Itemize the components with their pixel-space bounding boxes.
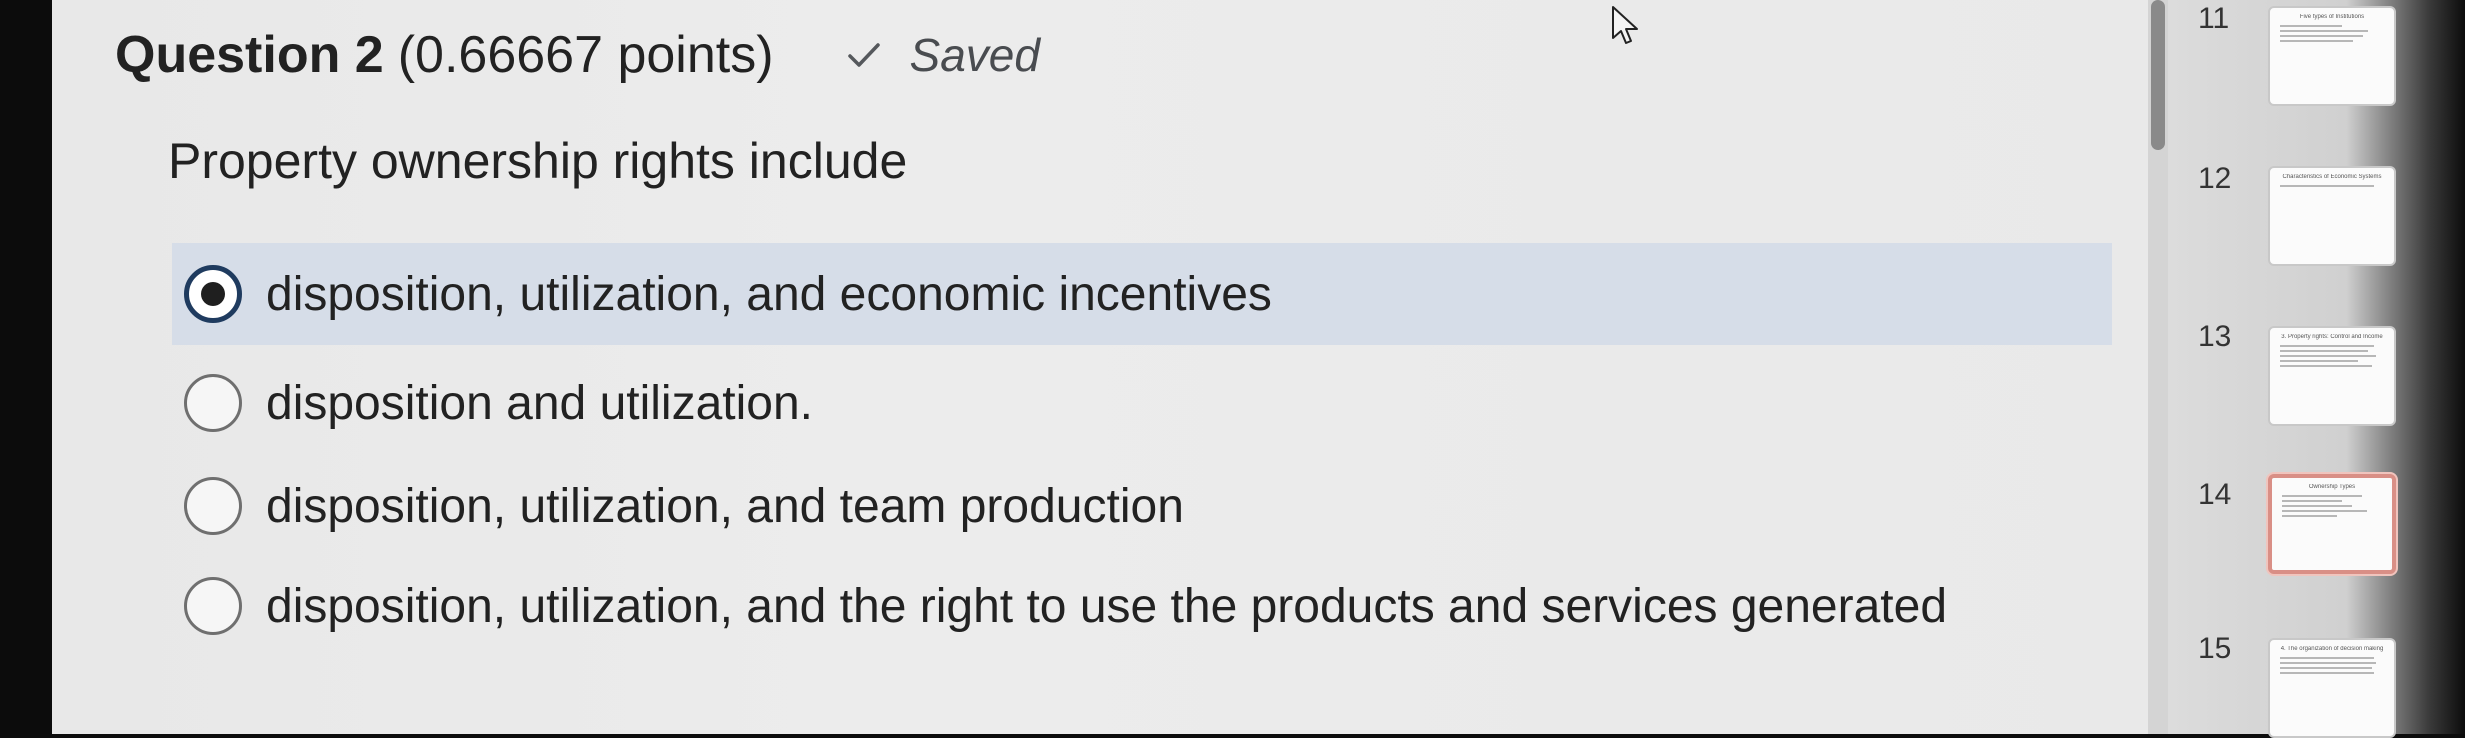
- scrollbar-thumb[interactable]: [2151, 0, 2165, 150]
- slide-thumbnail-14-active[interactable]: Ownership Types: [2268, 474, 2396, 574]
- saved-label: Saved: [909, 29, 1040, 81]
- answer-option-3[interactable]: disposition, utilization, and team produ…: [172, 455, 2112, 557]
- answer-option-label[interactable]: disposition and utilization.: [266, 376, 813, 431]
- slide-thumbnail-title: 3. Property rights: Control and Income: [2281, 334, 2383, 340]
- slide-number: 13: [2198, 320, 2232, 353]
- radio-button[interactable]: [184, 577, 242, 635]
- slide-thumbnail-11[interactable]: Five types of Institutions: [2268, 6, 2396, 106]
- question-title: Question 2: [115, 26, 384, 84]
- answer-option-label[interactable]: disposition, utilization, and economic i…: [266, 267, 1272, 322]
- slide-thumbnail-title: Characteristics of Economic Systems: [2282, 174, 2382, 180]
- radio-button[interactable]: [184, 477, 242, 535]
- slide-thumbnail-13[interactable]: 3. Property rights: Control and Income: [2268, 326, 2396, 426]
- screen: Question 2 (0.66667 points) Saved Proper…: [0, 0, 2465, 738]
- answer-option-label[interactable]: disposition, utilization, and the right …: [266, 579, 1947, 634]
- answer-option-2[interactable]: disposition and utilization.: [172, 352, 2112, 454]
- slide-thumbnail-title: Five types of Institutions: [2299, 14, 2365, 20]
- question-prompt: Property ownership rights include: [168, 133, 908, 189]
- answer-option-1[interactable]: disposition, utilization, and economic i…: [172, 243, 2112, 345]
- slide-thumbnail-title: Ownership Types: [2308, 484, 2356, 490]
- mouse-cursor-icon: [1612, 6, 1638, 44]
- question-header: Question 2 (0.66667 points) Saved: [115, 10, 1040, 100]
- question-points: (0.66667 points): [397, 26, 774, 84]
- radio-button[interactable]: [184, 374, 242, 432]
- saved-status: Saved: [844, 28, 1040, 82]
- slide-number: 11: [2198, 2, 2230, 35]
- checkmark-icon: [847, 43, 880, 67]
- scrollbar[interactable]: [2148, 0, 2168, 734]
- slide-number: 12: [2198, 162, 2232, 195]
- slide-number: 15: [2198, 632, 2232, 665]
- slide-thumbnail-12[interactable]: Characteristics of Economic Systems: [2268, 166, 2396, 266]
- slide-thumbnail-title: 4. The organization of decision making: [2280, 646, 2384, 652]
- slide-thumbnail-15[interactable]: 4. The organization of decision making: [2268, 638, 2396, 738]
- answer-option-4[interactable]: disposition, utilization, and the right …: [172, 555, 2112, 657]
- slide-number: 14: [2198, 478, 2232, 511]
- radio-button-checked[interactable]: [184, 265, 242, 323]
- answer-option-label[interactable]: disposition, utilization, and team produ…: [266, 479, 1184, 534]
